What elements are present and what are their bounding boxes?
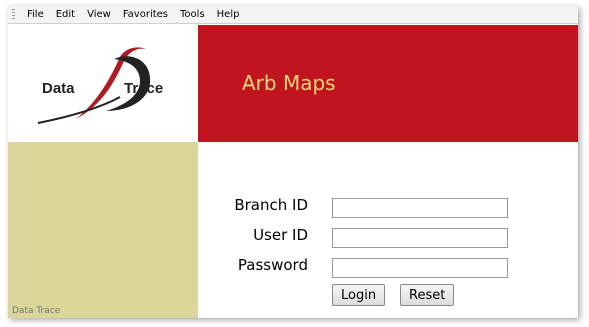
browser-window: File Edit View Favorites Tools Help Data… — [8, 6, 578, 318]
login-button[interactable]: Login — [332, 284, 386, 306]
password-input[interactable] — [332, 258, 508, 278]
toolbar-grip-icon[interactable] — [12, 8, 15, 21]
user-id-label: User ID — [253, 226, 308, 244]
logo-panel: Data Trace — [8, 25, 198, 142]
menu-file[interactable]: File — [21, 9, 50, 20]
branch-id-label: Branch ID — [234, 196, 308, 214]
password-label: Password — [237, 256, 308, 274]
reset-button[interactable]: Reset — [400, 284, 455, 306]
menu-tools[interactable]: Tools — [174, 9, 211, 20]
sidebar: Data Trace — [8, 142, 198, 318]
login-form: Branch ID User ID Password Login Reset — [198, 142, 578, 318]
menu-help[interactable]: Help — [211, 9, 246, 20]
logo-text-data: Data — [42, 80, 75, 97]
menu-view[interactable]: View — [81, 9, 117, 20]
header-banner: Arb Maps — [198, 25, 578, 142]
sidebar-footer-text: Data Trace — [12, 306, 61, 316]
menu-favorites[interactable]: Favorites — [117, 9, 174, 20]
logo-text-trace: Trace — [124, 80, 163, 97]
menu-bar: File Edit View Favorites Tools Help — [8, 6, 578, 24]
menu-edit[interactable]: Edit — [50, 9, 81, 20]
data-trace-logo: Data Trace — [37, 46, 163, 124]
page-title: Arb Maps — [242, 71, 336, 95]
branch-id-input[interactable] — [332, 198, 508, 218]
user-id-input[interactable] — [332, 228, 508, 248]
